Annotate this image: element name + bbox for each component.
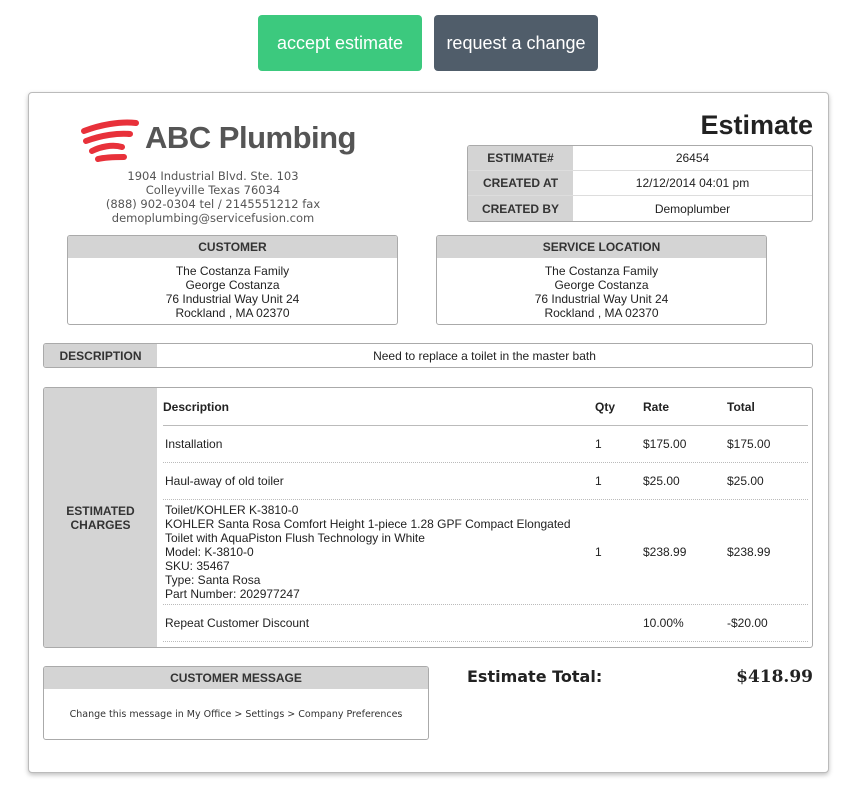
column-header-qty: Qty (595, 399, 616, 414)
customer-message-heading: CUSTOMER MESSAGE (44, 667, 428, 689)
meta-value: 12/12/2014 04:01 pm (635, 176, 750, 190)
page-title: Estimate (700, 110, 813, 140)
meta-label: ESTIMATE# (468, 146, 573, 170)
estimate-total-value: $418.99 (736, 667, 813, 687)
company-phone: (888) 902-0304 tel / 2145551212 fax (105, 197, 321, 211)
address-line: Rockland , MA 02370 (175, 306, 290, 320)
row-description: Repeat Customer Discount (165, 616, 310, 630)
address-line: 76 Industrial Way Unit 24 (534, 292, 669, 306)
address-line: The Costanza Family (544, 264, 659, 278)
charges-label-line: CHARGES (70, 517, 131, 532)
customer-address: The Costanza Family George Costanza 76 I… (68, 258, 397, 320)
row-total: $25.00 (727, 474, 764, 488)
customer-message-box: CUSTOMER MESSAGE Change this message in … (43, 666, 429, 740)
address-line: The Costanza Family (175, 264, 290, 278)
table-row: Installation 1 $175.00 $175.00 (163, 426, 808, 463)
charges-table: Description Qty Rate Total Installation … (163, 388, 808, 642)
row-qty: 1 (595, 437, 602, 451)
company-address-line1: 1904 Industrial Blvd. Ste. 103 (127, 169, 299, 183)
row-total: $238.99 (727, 545, 771, 559)
description-label: DESCRIPTION (44, 344, 157, 367)
service-location-heading: SERVICE LOCATION (437, 236, 766, 258)
estimate-meta-table: ESTIMATE# 26454 CREATED AT 12/12/2014 04… (467, 145, 813, 222)
column-header-rate: Rate (643, 399, 670, 414)
row-rate: $25.00 (643, 474, 680, 488)
meta-row-created-by: CREATED BY Demoplumber (468, 196, 812, 221)
accept-estimate-button[interactable]: accept estimate (258, 15, 422, 71)
address-line: Rockland , MA 02370 (544, 306, 659, 320)
meta-value: 26454 (675, 151, 710, 165)
company-name: ABC Plumbing (145, 120, 357, 155)
row-rate: $175.00 (643, 437, 687, 451)
description-box: DESCRIPTION Need to replace a toilet in … (43, 343, 813, 368)
address-line: George Costanza (185, 278, 280, 292)
row-rate: 10.00% (643, 616, 684, 630)
row-qty: 1 (595, 545, 602, 559)
company-email: demoplumbing@servicefusion.com (111, 211, 315, 225)
company-address-line2: Colleyville Texas 76034 (145, 183, 281, 197)
meta-row-created-at: CREATED AT 12/12/2014 04:01 pm (468, 171, 812, 196)
row-description: Toilet/KOHLER K-3810-0 KOHLER Santa Rosa… (165, 503, 571, 601)
request-change-button[interactable]: request a change (434, 15, 598, 71)
address-line: George Costanza (554, 278, 649, 292)
row-description: Installation (165, 437, 223, 451)
table-row: Haul-away of old toiler 1 $25.00 $25.00 (163, 463, 808, 500)
row-qty: 1 (595, 474, 602, 488)
customer-box: CUSTOMER The Costanza Family George Cost… (67, 235, 398, 325)
table-row: Repeat Customer Discount 10.00% -$20.00 (163, 605, 808, 642)
meta-label: CREATED AT (468, 171, 573, 195)
row-rate: $238.99 (643, 545, 687, 559)
address-line: 76 Industrial Way Unit 24 (165, 292, 300, 306)
service-location-address: The Costanza Family George Costanza 76 I… (437, 258, 766, 320)
table-row: Toilet/KOHLER K-3810-0 KOHLER Santa Rosa… (163, 500, 808, 605)
row-description: Haul-away of old toiler (165, 474, 284, 488)
customer-message-text: Change this message in My Office > Setti… (69, 708, 403, 720)
row-total: -$20.00 (727, 616, 768, 630)
estimated-charges-box: ESTIMATED CHARGES Description Qty Rate T… (43, 387, 813, 648)
estimate-total-label: Estimate Total: (467, 667, 603, 686)
service-location-box: SERVICE LOCATION The Costanza Family Geo… (436, 235, 767, 325)
meta-value: Demoplumber (654, 201, 731, 216)
meta-row-estimate-number: ESTIMATE# 26454 (468, 146, 812, 171)
column-header-description: Description (163, 399, 230, 414)
meta-label: CREATED BY (468, 196, 573, 221)
column-header-total: Total (727, 399, 755, 414)
row-total: $175.00 (727, 437, 771, 451)
estimated-charges-label: ESTIMATED CHARGES (44, 388, 157, 647)
company-info: 1904 Industrial Blvd. Ste. 103 Colleyvil… (92, 169, 334, 225)
charges-table-header: Description Qty Rate Total (163, 388, 808, 426)
customer-heading: CUSTOMER (68, 236, 397, 258)
description-value: Need to replace a toilet in the master b… (373, 348, 596, 363)
charges-label-line: ESTIMATED (66, 503, 135, 518)
